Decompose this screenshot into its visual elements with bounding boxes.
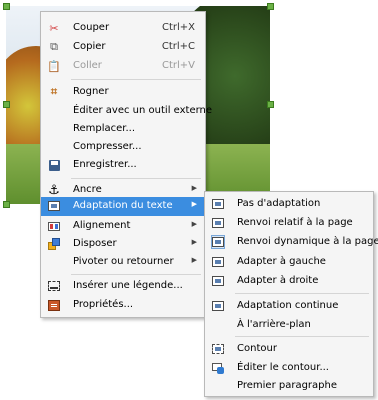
arrange-icon: [47, 237, 61, 251]
menu-item-properties[interactable]: Propriétés...: [41, 296, 205, 314]
resize-handle-tl[interactable]: [3, 3, 10, 10]
submenu-item-edit-contour[interactable]: Éditer le contour...: [205, 359, 373, 377]
chevron-right-icon: ▶: [191, 256, 197, 264]
chevron-right-icon: ▶: [191, 184, 197, 192]
separator: [71, 79, 201, 80]
menu-item-rotate[interactable]: Pivoter ou retourner ▶: [41, 253, 205, 271]
menu-item-external-edit[interactable]: Éditer avec un outil externe: [41, 102, 212, 120]
separator: [235, 293, 369, 294]
crop-icon: ⌗: [50, 85, 58, 98]
wrap-icon: [47, 199, 61, 213]
submenu-item-background[interactable]: À l'arrière-plan: [205, 316, 373, 334]
submenu-item-wrap-optimal[interactable]: Renvoi dynamique à la page: [205, 233, 378, 251]
text-wrap-submenu: Pas d'adaptation Renvoi relatif à la pag…: [204, 191, 378, 397]
submenu-item-wrap-through[interactable]: Adaptation continue: [205, 297, 373, 315]
scissors-icon: ✂: [49, 21, 59, 35]
resize-handle-tr[interactable]: [267, 3, 274, 10]
context-menu: ✂ Couper Ctrl+X ⧉ Copier Ctrl+C 📋 Coller…: [40, 11, 212, 318]
submenu-item-contour[interactable]: Contour: [205, 340, 373, 358]
separator: [71, 178, 201, 179]
save-icon: [47, 158, 61, 172]
resize-handle-mr[interactable]: [267, 101, 274, 108]
anchor-icon: ⚓: [48, 182, 60, 198]
menu-item-replace[interactable]: Remplacer...: [41, 120, 205, 138]
wrap-parallel-icon: [211, 216, 225, 230]
wrap-none-icon: [211, 197, 225, 211]
submenu-item-wrap-right[interactable]: Adapter à droite: [205, 272, 373, 290]
properties-icon: [47, 298, 61, 312]
menu-item-save[interactable]: Enregistrer...: [41, 156, 205, 174]
menu-item-crop[interactable]: ⌗ Rogner: [41, 83, 205, 101]
resize-handle-bl[interactable]: [3, 201, 10, 208]
chevron-right-icon: ▶: [191, 200, 197, 208]
menu-item-cut[interactable]: ✂ Couper Ctrl+X: [41, 19, 205, 37]
menu-item-arrange[interactable]: Disposer ▶: [41, 235, 205, 253]
separator: [71, 274, 201, 275]
wrap-optimal-icon: [211, 235, 225, 249]
submenu-item-wrap-left[interactable]: Adapter à gauche: [205, 253, 373, 271]
submenu-item-no-wrap[interactable]: Pas d'adaptation: [205, 195, 373, 213]
wrap-left-icon: [211, 255, 225, 269]
submenu-item-wrap-parallel[interactable]: Renvoi relatif à la page: [205, 214, 373, 232]
align-icon: [47, 219, 61, 233]
menu-item-text-wrap[interactable]: Adaptation du texte ▶: [41, 197, 205, 216]
caption-icon: [47, 279, 61, 293]
contour-icon: [211, 342, 225, 356]
submenu-item-first-paragraph[interactable]: Premier paragraphe: [205, 377, 373, 395]
menu-item-copy[interactable]: ⧉ Copier Ctrl+C: [41, 38, 205, 56]
wrap-through-icon: [211, 299, 225, 313]
chevron-right-icon: ▶: [191, 220, 197, 228]
menu-item-align[interactable]: Alignement ▶: [41, 217, 205, 235]
wrap-right-icon: [211, 274, 225, 288]
menu-item-compress[interactable]: Compresser...: [41, 138, 205, 156]
copy-icon: ⧉: [50, 40, 58, 53]
chevron-right-icon: ▶: [191, 238, 197, 246]
paste-icon: 📋: [47, 59, 61, 73]
edit-contour-icon: [211, 361, 225, 375]
resize-handle-ml[interactable]: [3, 101, 10, 108]
menu-item-paste: 📋 Coller Ctrl+V: [47, 59, 195, 73]
menu-item-insert-caption[interactable]: Insérer une légende...: [41, 277, 205, 295]
separator: [235, 336, 369, 337]
